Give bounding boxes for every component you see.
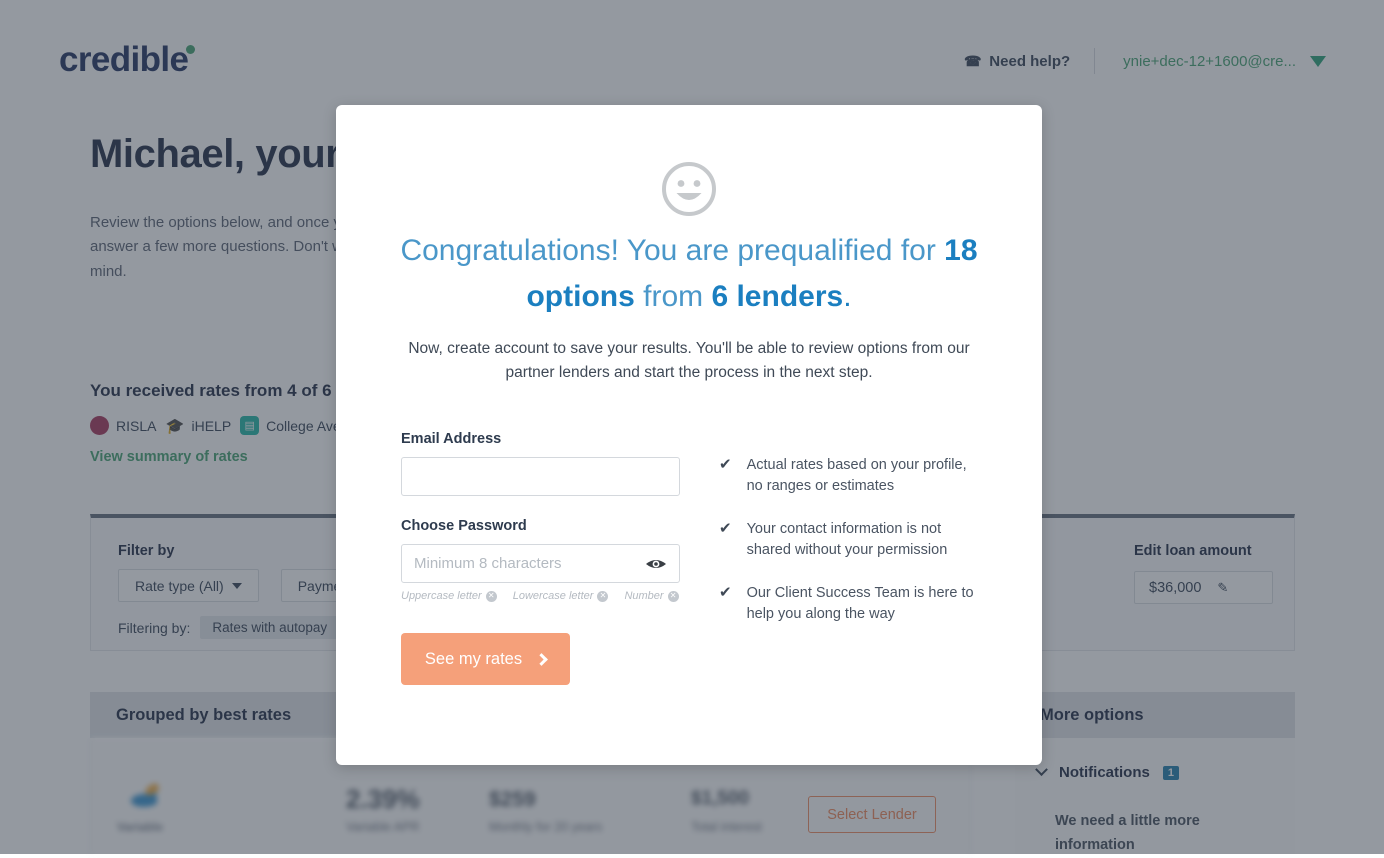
password-hint-number: Number ✕ [624, 590, 678, 602]
benefit-text: Your contact information is not shared w… [747, 519, 984, 560]
x-circle-icon: ✕ [597, 591, 608, 602]
list-item: ✔ Our Client Success Team is here to hel… [719, 583, 984, 624]
password-label: Choose Password [401, 518, 680, 534]
x-circle-icon: ✕ [486, 591, 497, 602]
benefit-text: Our Client Success Team is here to help … [747, 583, 984, 624]
smiley-face-icon [660, 160, 718, 223]
checkmark-icon: ✔ [719, 585, 732, 624]
headline-middle: from [635, 280, 712, 313]
list-item: ✔ Your contact information is not shared… [719, 519, 984, 560]
password-hint-uppercase: Uppercase letter ✕ [401, 590, 497, 602]
hint-label: Uppercase letter [401, 590, 482, 602]
email-field[interactable] [401, 457, 680, 496]
password-requirements: Uppercase letter ✕ Lowercase letter ✕ Nu… [401, 590, 680, 602]
prequalification-modal: Congratulations! You are prequalified fo… [336, 105, 1042, 765]
hint-label: Lowercase letter [513, 590, 594, 602]
x-circle-icon: ✕ [668, 591, 679, 602]
headline-part1: Congratulations! You are prequalified fo… [400, 234, 944, 267]
headline-period: . [843, 280, 851, 313]
benefits-list: ✔ Actual rates based on your profile, no… [719, 455, 984, 647]
see-my-rates-button[interactable]: See my rates [401, 633, 570, 685]
signup-form: Email Address Choose Password Uppercase … [401, 431, 680, 685]
cta-label: See my rates [425, 650, 522, 669]
password-hint-lowercase: Lowercase letter ✕ [513, 590, 609, 602]
list-item: ✔ Actual rates based on your profile, no… [719, 455, 984, 496]
checkmark-icon: ✔ [719, 521, 732, 560]
password-field-wrapper [401, 544, 680, 583]
chevron-right-icon [535, 653, 548, 666]
checkmark-icon: ✔ [719, 457, 732, 496]
modal-subtext: Now, create account to save your results… [398, 337, 980, 386]
modal-headline: Congratulations! You are prequalified fo… [386, 228, 992, 319]
headline-lenders-count: 6 lenders [711, 280, 843, 313]
password-field[interactable] [401, 544, 680, 583]
email-label: Email Address [401, 431, 680, 447]
benefit-text: Actual rates based on your profile, no r… [747, 455, 984, 496]
eye-show-password-icon[interactable] [644, 555, 668, 573]
hint-label: Number [624, 590, 663, 602]
